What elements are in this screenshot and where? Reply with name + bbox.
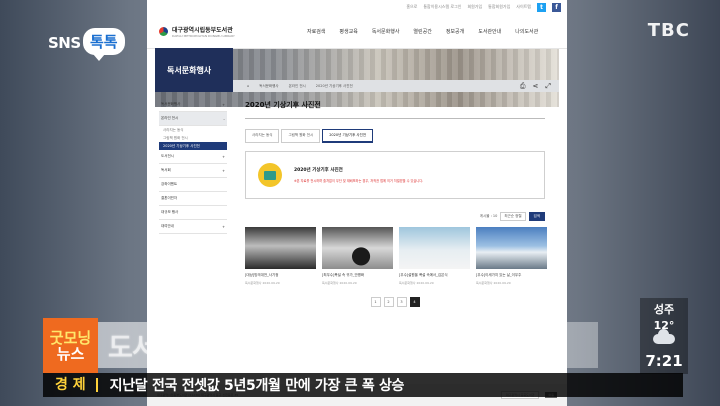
- sns-word: SNS: [48, 34, 81, 52]
- sidebar-item[interactable]: 도서전시 +: [159, 150, 227, 164]
- sort-select[interactable]: 최근순 정렬: [500, 212, 526, 221]
- program-badge: 굿모닝 뉴스: [43, 318, 98, 373]
- expand-icon[interactable]: ⤢: [545, 82, 551, 91]
- book-icon: [258, 163, 282, 187]
- breadcrumb-item[interactable]: 2020년 기상기후 사진전: [316, 84, 353, 89]
- page-title: 2020년 기상기후 사진전: [245, 101, 321, 109]
- photo-thumbnail[interactable]: [245, 227, 316, 269]
- cloud-icon: [653, 329, 675, 344]
- top-link-unified-join[interactable]: 통합회원가입: [488, 4, 510, 10]
- tab-exhibit-1[interactable]: 사라지는 동식: [245, 129, 280, 143]
- page-link[interactable]: 3: [396, 297, 407, 307]
- sidebar-item[interactable]: 강좌이벤트: [159, 178, 227, 192]
- gallery-card[interactable]: [우수]이세가지 있는 날_이우주 독서문화행사 2020.09.29: [476, 227, 547, 285]
- tab-exhibit-active[interactable]: 2020년 기상기후 사진전: [322, 129, 374, 143]
- card-caption[interactable]: [우수]설원을 폭설 속에서_김은식: [399, 273, 470, 278]
- search-button[interactable]: 검색: [528, 212, 545, 221]
- pagination: 1 2 3 4: [245, 297, 545, 307]
- list-filter: 게시물 : 10 최근순 정렬 검색: [245, 212, 545, 221]
- sidebar-subitem[interactable]: 그림책 원화 전시: [159, 134, 227, 142]
- exhibit-notice: 2020년 기상기후 사진전 ※본 자료를 전시하며 출처없이 무단 및 재배포…: [245, 151, 545, 199]
- nav-item-open-space[interactable]: 열린공간: [413, 28, 431, 35]
- page-link-current[interactable]: 4: [409, 297, 420, 307]
- clock-time: 7:21: [645, 352, 683, 370]
- card-meta: 독서문화행사 2020.09.29: [399, 281, 434, 285]
- library-name: 대구광역시립동부도서관: [172, 26, 233, 34]
- sidebar-item[interactable]: 독서문화행사 +: [159, 98, 227, 112]
- ticker-headline: 지난달 전국 전셋값 5년5개월 만에 가장 큰 폭 상승: [109, 378, 405, 394]
- nav-item-reading-events[interactable]: 독서문화행사: [372, 28, 400, 35]
- caption-text: 도서관 홈페이지 통해 온라인으로도 감상: [108, 332, 548, 364]
- gallery-card[interactable]: [우수]설원을 폭설 속에서_김은식 독서문화행사 2020.09.29: [399, 227, 470, 285]
- sidebar-subitem-active[interactable]: 2020년 기상기후 사진전: [159, 142, 227, 150]
- top-link-login[interactable]: 통합이용시스템 로그인: [423, 4, 461, 10]
- gallery-card[interactable]: [대상]빙의대전_사기정 독서문화행사 2020.09.29: [245, 227, 316, 285]
- page-link[interactable]: 2: [383, 297, 394, 307]
- nav-item-education[interactable]: 평생교육: [339, 28, 357, 35]
- tab-exhibit-2[interactable]: 그림책 원화 전시: [281, 129, 321, 143]
- top-utility-bar: 홈으로 통합이용시스템 로그인 회원가입 통합회원가입 사이트맵 t f: [147, 0, 567, 14]
- badge-line-2: 뉴스: [56, 344, 85, 363]
- channel-logo: TBC: [647, 20, 690, 41]
- share-icon[interactable]: ⋖: [533, 82, 539, 91]
- nav-item-guide[interactable]: 도서관안내: [478, 28, 501, 35]
- card-caption[interactable]: [대상]빙의대전_사기정: [245, 273, 316, 278]
- nav-item-info[interactable]: 정보공개: [446, 28, 464, 35]
- nav-item-my-library[interactable]: 나의도서관: [515, 28, 538, 35]
- facebook-icon[interactable]: f: [552, 2, 561, 12]
- sidebar-item-online-exhibit[interactable]: 온라인 전시 –: [159, 112, 227, 126]
- photo-gallery: [대상]빙의대전_사기정 독서문화행사 2020.09.29 [최우수]폭설 속…: [245, 227, 547, 285]
- notice-message: ※본 자료를 전시하며 출처없이 무단 및 재배포하는 경우, 저작권 법에 의…: [294, 179, 424, 183]
- site-header: 대구광역시립동부도서관 DAEGU METROPOLITAN DONGBU LI…: [147, 14, 567, 49]
- nav-item-search[interactable]: 자료검색: [307, 28, 325, 35]
- breadcrumb-item[interactable]: 온라인 전시: [289, 84, 306, 89]
- photo-thumbnail[interactable]: [476, 227, 547, 269]
- top-link-join[interactable]: 회원가입: [467, 4, 482, 10]
- ticker-category: 경 제: [43, 378, 98, 392]
- main-content: 2020년 기상기후 사진전 사라지는 동식 그림책 원화 전시 2020년 기…: [245, 100, 547, 307]
- post-count: 게시물 : 10: [479, 214, 498, 218]
- badge-line-1: 굿모닝: [49, 328, 92, 347]
- sns-talk-logo: SNS 톡톡: [48, 26, 136, 61]
- card-meta: 독서문화행사 2020.09.29: [476, 281, 511, 285]
- library-name-en: DAEGU METROPOLITAN DONGBU LIBRARY: [172, 33, 235, 38]
- page-link[interactable]: 1: [370, 297, 381, 307]
- print-icon[interactable]: ⎙: [520, 82, 526, 91]
- top-link-sitemap[interactable]: 사이트맵: [516, 4, 531, 10]
- breadcrumb: ⌂ 독서문화행사 온라인 전시 2020년 기상기후 사진전 ⎙ ⋖ ⤢: [233, 80, 559, 92]
- twitter-icon[interactable]: t: [537, 2, 546, 12]
- top-link-home[interactable]: 홈으로: [406, 4, 417, 10]
- card-caption[interactable]: [최우수]폭설 속 귀가_안병화: [322, 273, 393, 278]
- section-title: 독서문화행사: [155, 48, 233, 92]
- news-caption: 도서관 홈페이지 통해 온라인으로도 감상: [98, 322, 598, 368]
- library-emblem-icon: [159, 26, 168, 36]
- home-icon[interactable]: ⌂: [247, 84, 249, 88]
- exhibit-tabs: 사라지는 동식 그림책 원화 전시 2020년 기상기후 사진전: [245, 129, 545, 143]
- weather-city: 성주: [653, 303, 675, 316]
- sidebar-subitem[interactable]: 사라지는 동식: [159, 126, 227, 134]
- card-caption[interactable]: [우수]이세가지 있는 날_이우주: [476, 273, 547, 278]
- sidebar-item[interactable]: 대규모 행사: [159, 206, 227, 220]
- card-meta: 독서문화행사 2020.09.29: [245, 281, 280, 285]
- news-ticker: 경 제 지난달 전국 전셋값 5년5개월 만에 가장 큰 폭 상승: [43, 373, 683, 397]
- side-menu: 독서문화행사 + 온라인 전시 – 사라지는 동식 그림책 원화 전시 2020년 …: [159, 98, 227, 234]
- photo-thumbnail[interactable]: [322, 227, 393, 269]
- card-meta: 독서문화행사 2020.09.29: [322, 281, 357, 285]
- library-logo[interactable]: 대구광역시립동부도서관 DAEGU METROPOLITAN DONGBU LI…: [159, 25, 299, 38]
- weather-widget: 성주 12° 7:21: [640, 298, 688, 374]
- sidebar-item[interactable]: 결혼이민자: [159, 192, 227, 206]
- sidebar-item[interactable]: 대여안내 +: [159, 220, 227, 234]
- notice-title: 2020년 기상기후 사진전: [294, 168, 343, 173]
- main-nav: 자료검색 평생교육 독서문화행사 열린공간 정보공개 도서관안내 나의도서관: [307, 28, 538, 35]
- photo-thumbnail[interactable]: [399, 227, 470, 269]
- sidebar-item[interactable]: 독서회 +: [159, 164, 227, 178]
- breadcrumb-item[interactable]: 독서문화행사: [259, 84, 278, 89]
- gallery-card[interactable]: [최우수]폭설 속 귀가_안병화 독서문화행사 2020.09.29: [322, 227, 393, 285]
- speech-bubble: 톡톡: [83, 28, 125, 61]
